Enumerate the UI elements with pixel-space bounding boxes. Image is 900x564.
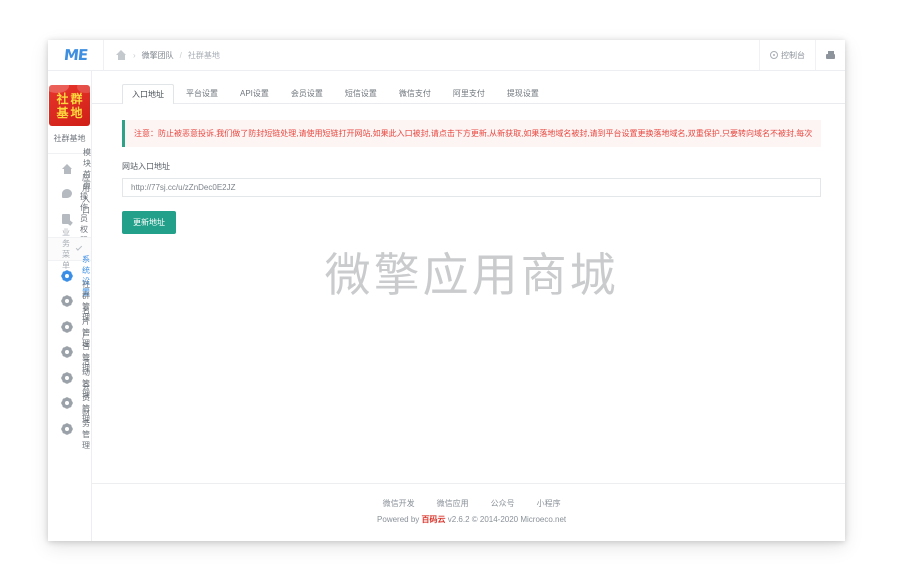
gear-icon <box>62 321 72 332</box>
chevron-down-icon <box>75 244 83 251</box>
logo-char: 地 <box>70 105 83 120</box>
logo-char: 群 <box>70 91 83 106</box>
module-logo: 社 群 基 地 <box>49 85 90 126</box>
me-logo: ME <box>62 46 89 64</box>
gear-icon <box>62 423 72 434</box>
update-url-button[interactable]: 更新地址 <box>122 211 176 234</box>
breadcrumb-separator-icon: › <box>133 50 136 60</box>
console-button[interactable]: 控制台 <box>759 40 815 70</box>
sidebar-brand: 社 群 基 地 社群基地 <box>48 71 91 154</box>
breadcrumb: › 微擎团队 / 社群基地 <box>116 50 220 61</box>
footer: 微信开发 微信应用 公众号 小程序 Powered by 百码云 v2.6.2 … <box>92 483 845 541</box>
entry-url-label: 网站入口地址 <box>122 162 170 171</box>
printer-button[interactable] <box>815 40 845 70</box>
gear-icon <box>62 296 72 307</box>
top-bar: ME › 微擎团队 / 社群基地 控制台 <box>48 40 845 71</box>
module-logo-line-2: 基 地 <box>56 106 82 120</box>
tab-alipay[interactable]: 阿里支付 <box>443 83 495 103</box>
powered-suffix: v2.6.2 © 2014-2020 Microeco.net <box>445 515 567 524</box>
footer-copyright: Powered by 百码云 v2.6.2 © 2014-2020 Microe… <box>92 514 845 525</box>
home-icon[interactable] <box>116 50 127 60</box>
tab-platform-settings[interactable]: 平台设置 <box>176 83 228 103</box>
breadcrumb-current: 社群基地 <box>187 50 220 60</box>
sidebar-top-nav: 模块首页 应用入口 操作员权限 <box>48 148 91 245</box>
tab-wechat-pay[interactable]: 微信支付 <box>389 83 441 103</box>
entry-url-form: 网站入口地址 更新地址 <box>92 147 845 234</box>
powered-prefix: Powered by <box>377 515 422 524</box>
chat-bubble-icon <box>62 189 72 198</box>
sidebar-business-nav: 系统设置 社群管理 名片管理 广告管理 活动管理 会员管理 财务管理 <box>48 255 91 450</box>
gear-icon <box>62 347 72 358</box>
printer-icon <box>826 51 835 59</box>
watermark-text: 微擎应用商城 <box>324 248 619 302</box>
content-main: 入口地址 平台设置 API设置 会员设置 短信设置 微信支付 阿里支付 提现设置… <box>92 71 845 483</box>
app-body: 社 群 基 地 社群基地 模块首页 应用入口 操作员权 业务菜单 系统设置 社群… <box>48 71 845 541</box>
gear-icon <box>62 270 72 281</box>
module-logo-line-1: 社 群 <box>56 92 82 106</box>
home-icon <box>62 163 73 174</box>
footer-brand: 百码云 <box>421 515 446 524</box>
logo-char: 社 <box>56 91 69 106</box>
document-icon <box>62 213 70 224</box>
warning-alert: 注意：防止被恶意投诉,我们做了防封短链处理,请使用短链打开网站,如果此入口被封,… <box>122 120 822 147</box>
sidebar-item-finance-management[interactable]: 财务管理 <box>48 408 91 450</box>
footer-link-official-account[interactable]: 公众号 <box>491 498 515 509</box>
tab-bar: 入口地址 平台设置 API设置 会员设置 短信设置 微信支付 阿里支付 提现设置 <box>92 71 845 104</box>
content-area: 入口地址 平台设置 API设置 会员设置 短信设置 微信支付 阿里支付 提现设置… <box>92 71 845 541</box>
topbar-actions: 控制台 <box>759 40 845 70</box>
gear-icon <box>62 398 72 409</box>
footer-link-mini-program[interactable]: 小程序 <box>537 498 561 509</box>
brand-logo-box[interactable]: ME <box>48 40 104 70</box>
breadcrumb-slash: / <box>179 50 182 60</box>
tab-entry-url[interactable]: 入口地址 <box>122 84 174 104</box>
app-window: ME › 微擎团队 / 社群基地 控制台 社 群 基 地 社群基地 模块首页 应… <box>48 40 845 541</box>
breadcrumb-team[interactable]: 微擎团队 <box>142 50 174 61</box>
tab-member-settings[interactable]: 会员设置 <box>281 83 333 103</box>
module-name: 社群基地 <box>53 134 86 143</box>
sidebar-item-label: 财务管理 <box>82 407 90 450</box>
gear-icon <box>770 51 778 59</box>
gear-icon <box>62 372 72 383</box>
tab-api-settings[interactable]: API设置 <box>230 83 279 103</box>
console-label: 控制台 <box>781 50 805 60</box>
sidebar: 社 群 基 地 社群基地 模块首页 应用入口 操作员权 业务菜单 系统设置 社群… <box>48 71 92 541</box>
footer-link-wechat-dev[interactable]: 微信开发 <box>383 498 415 509</box>
tab-sms-settings[interactable]: 短信设置 <box>335 83 387 103</box>
entry-url-input[interactable] <box>122 178 822 197</box>
footer-link-wechat-app[interactable]: 微信应用 <box>437 498 469 509</box>
logo-char: 基 <box>56 105 69 120</box>
footer-links: 微信开发 微信应用 公众号 小程序 <box>92 498 845 509</box>
tab-withdraw-settings[interactable]: 提现设置 <box>497 83 549 103</box>
